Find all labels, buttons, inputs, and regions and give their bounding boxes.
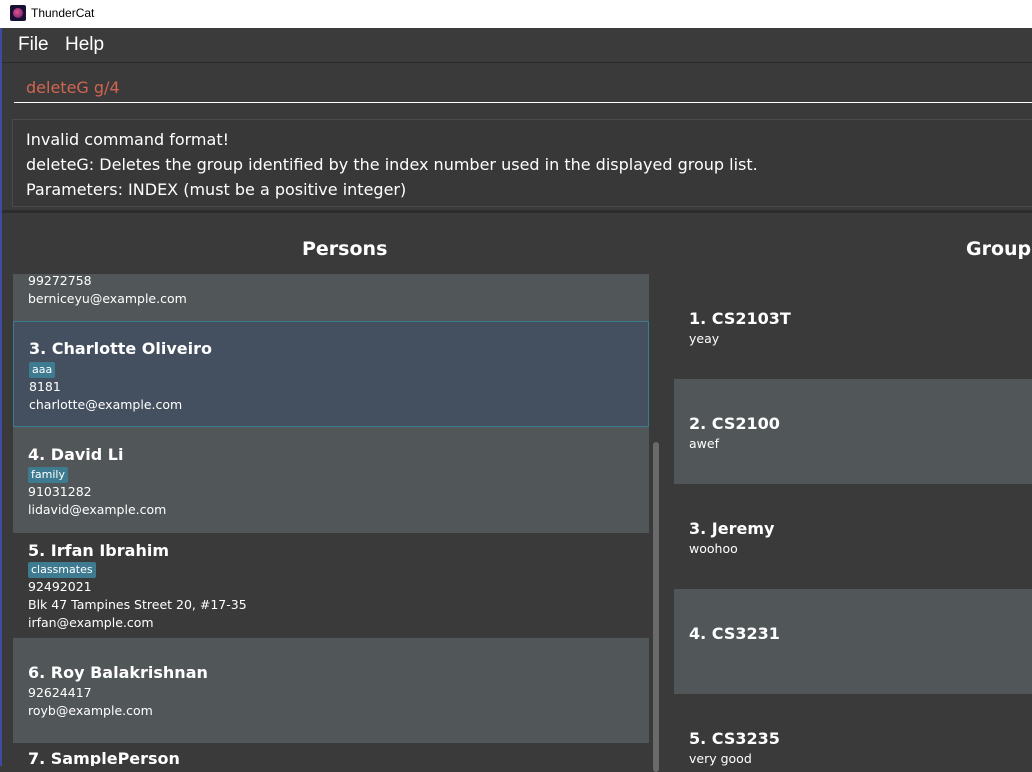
group-name: 4. CS3231 (689, 624, 780, 643)
person-card[interactable]: 6. Roy Balakrishnan 92624417 royb@exampl… (13, 638, 649, 743)
group-card[interactable]: 3. Jeremy woohoo (674, 484, 1032, 589)
person-card[interactable]: 5. Irfan Ibrahim classmates 92492021 Blk… (13, 533, 649, 638)
menu-file[interactable]: File (18, 34, 49, 56)
window-title: ThunderCat (31, 6, 95, 20)
group-name: 2. CS2100 (689, 414, 780, 433)
person-email: royb@example.com (28, 703, 153, 718)
app-icon (10, 5, 26, 21)
result-line: Invalid command format! (26, 130, 230, 149)
person-card[interactable]: 4. David Li family 91031282 lidavid@exam… (13, 427, 649, 533)
result-line: Parameters: INDEX (must be a positive in… (26, 180, 407, 199)
person-phone: 92492021 (28, 579, 92, 594)
group-card[interactable]: 1. CS2103T yeay (674, 274, 1032, 379)
title-bar: ThunderCat (0, 0, 1032, 28)
result-line: deleteG: Deletes the group identified by… (26, 155, 758, 174)
window-edge (0, 28, 2, 766)
group-card[interactable]: 5. CS3235 very good (674, 694, 1032, 766)
person-tag: family (28, 467, 68, 483)
person-name: 6. Roy Balakrishnan (28, 663, 208, 682)
group-card[interactable]: 4. CS3231 (674, 589, 1032, 694)
person-address: Blk 47 Tampines Street 20, #17-35 (28, 597, 247, 612)
command-input[interactable] (14, 73, 1032, 103)
group-description: awef (689, 436, 719, 451)
group-description: woohoo (689, 541, 738, 556)
person-card[interactable]: 99272758 berniceyu@example.com (13, 274, 649, 321)
person-list-scrollbar[interactable] (650, 274, 662, 772)
person-list[interactable]: 99272758 berniceyu@example.com 3. Charlo… (13, 274, 649, 766)
menu-bar: File Help (2, 28, 1032, 63)
group-card[interactable]: 2. CS2100 awef (674, 379, 1032, 484)
person-phone: 92624417 (28, 685, 92, 700)
group-description: yeay (689, 331, 720, 346)
divider (2, 210, 1032, 213)
menu-help[interactable]: Help (65, 34, 104, 56)
person-name: 5. Irfan Ibrahim (28, 541, 169, 560)
group-name: 5. CS3235 (689, 729, 780, 748)
scrollbar-thumb[interactable] (653, 442, 659, 772)
person-name: 4. David Li (28, 445, 124, 464)
person-email: lidavid@example.com (28, 502, 167, 517)
result-display: Invalid command format! deleteG: Deletes… (12, 119, 1032, 207)
person-name: 3. Charlotte Oliveiro (29, 339, 213, 358)
group-name: 3. Jeremy (689, 519, 775, 538)
group-list[interactable]: 1. CS2103T yeay 2. CS2100 awef 3. Jeremy… (674, 274, 1032, 766)
person-name: 7. SamplePerson (28, 749, 180, 766)
command-box (2, 63, 1032, 113)
person-email: charlotte@example.com (29, 397, 183, 412)
group-description: very good (689, 751, 752, 766)
person-card[interactable]: 7. SamplePerson (13, 743, 649, 766)
person-card-selected[interactable]: 3. Charlotte Oliveiro aaa 8181 charlotte… (13, 321, 649, 427)
persons-title: Persons (302, 238, 388, 260)
person-phone: 8181 (29, 379, 61, 394)
person-phone: 91031282 (28, 484, 92, 499)
person-tag: classmates (28, 562, 96, 578)
person-tag: aaa (29, 362, 56, 378)
person-phone: 99272758 (28, 274, 92, 288)
person-email: berniceyu@example.com (28, 291, 187, 306)
group-name: 1. CS2103T (689, 309, 791, 328)
person-email: irfan@example.com (28, 615, 154, 630)
groups-title: Groups (966, 238, 1032, 260)
